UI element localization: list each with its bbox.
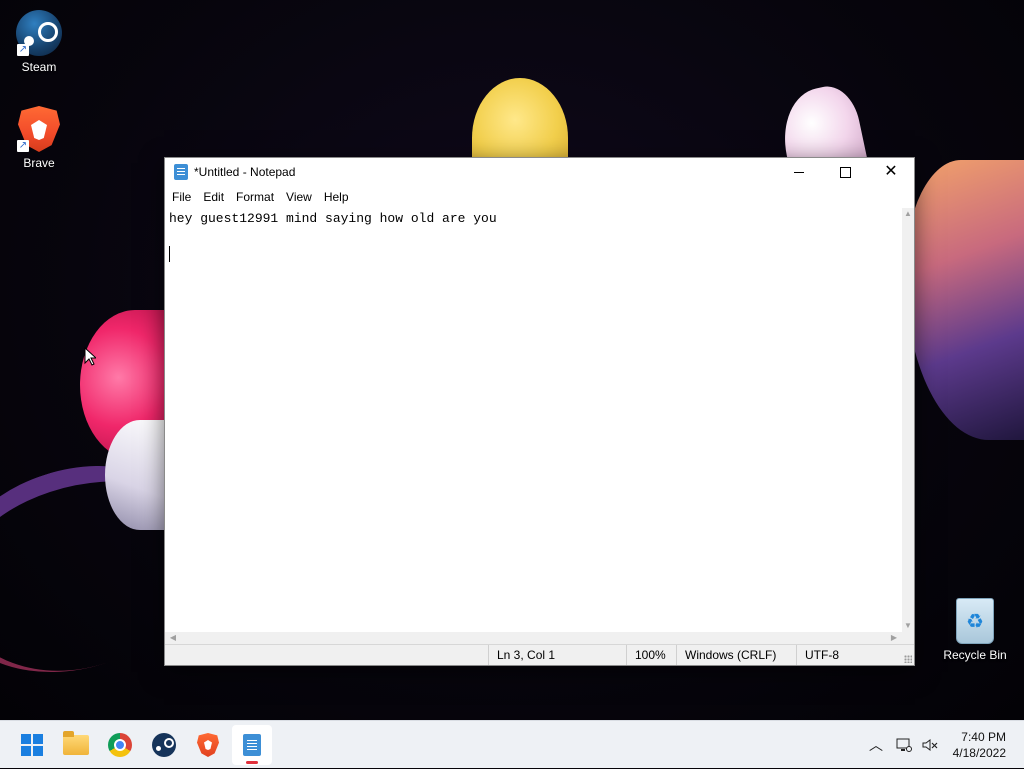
- network-status[interactable]: [892, 721, 916, 769]
- volume-muted-icon: [922, 739, 938, 751]
- chevron-up-icon: ︿: [869, 737, 883, 753]
- desktop-icon-label: Steam: [21, 60, 57, 74]
- taskbar-steam[interactable]: [144, 725, 184, 765]
- window-controls: ✕: [776, 158, 914, 186]
- menu-format[interactable]: Format: [230, 186, 280, 208]
- recycle-bin-icon: [951, 598, 999, 646]
- scroll-up-icon[interactable]: ▲: [902, 208, 914, 220]
- resize-grip-icon[interactable]: [904, 655, 912, 663]
- scroll-right-icon[interactable]: ▶: [888, 632, 900, 644]
- mouse-cursor-icon: [84, 347, 96, 366]
- start-icon: [21, 734, 43, 756]
- horizontal-scrollbar[interactable]: ◀ ▶: [165, 632, 902, 644]
- desktop-icon-label: Brave: [23, 156, 55, 170]
- shortcut-arrow-icon: ↗: [17, 140, 29, 152]
- maximize-button[interactable]: [822, 158, 868, 186]
- status-bar: Ln 3, Col 1 100% Windows (CRLF) UTF-8: [165, 644, 914, 665]
- clock-time: 7:40 PM: [961, 730, 1006, 744]
- clock-date: 4/18/2022: [952, 746, 1006, 760]
- taskbar-chrome[interactable]: [100, 725, 140, 765]
- minimize-button[interactable]: [776, 158, 822, 186]
- active-app-indicator: [246, 761, 258, 764]
- window-title: *Untitled - Notepad: [194, 165, 296, 179]
- scroll-down-icon[interactable]: ▼: [902, 620, 914, 632]
- text-caret: [169, 246, 170, 262]
- scroll-left-icon[interactable]: ◀: [167, 632, 179, 644]
- steam-icon: [152, 733, 176, 757]
- show-hidden-icons-button[interactable]: ︿: [864, 721, 888, 769]
- status-line-ending: Windows (CRLF): [676, 645, 796, 665]
- taskbar-file-explorer[interactable]: [56, 725, 96, 765]
- editor-text: hey guest12991 mind saying how old are y…: [169, 211, 497, 226]
- menu-help[interactable]: Help: [318, 186, 355, 208]
- volume-status[interactable]: [918, 721, 942, 769]
- status-encoding: UTF-8: [796, 645, 900, 665]
- text-editor[interactable]: hey guest12991 mind saying how old are y…: [165, 208, 902, 632]
- taskbar-notepad[interactable]: [232, 725, 272, 765]
- vertical-scrollbar[interactable]: ▲ ▼: [902, 208, 914, 632]
- taskbar: ︿ 7:40 PM 4/18/2022: [0, 720, 1024, 768]
- close-icon: ✕: [884, 163, 898, 180]
- minimize-icon: [794, 171, 804, 173]
- status-zoom: 100%: [626, 645, 676, 665]
- system-clock[interactable]: 7:40 PM 4/18/2022: [953, 729, 1006, 761]
- desktop-icon-steam[interactable]: ↗ Steam: [1, 10, 77, 74]
- menu-edit[interactable]: Edit: [197, 186, 230, 208]
- start-button[interactable]: [12, 725, 52, 765]
- menu-view[interactable]: View: [280, 186, 318, 208]
- taskbar-brave[interactable]: [188, 725, 228, 765]
- file-explorer-icon: [63, 731, 89, 755]
- brave-icon: ↗: [15, 106, 63, 154]
- notepad-icon: [243, 734, 261, 756]
- notepad-icon[interactable]: [174, 164, 188, 180]
- wallpaper-shape-orange: [905, 160, 1024, 440]
- steam-icon: ↗: [15, 10, 63, 58]
- shortcut-arrow-icon: ↗: [17, 44, 29, 56]
- chrome-icon: [108, 733, 132, 757]
- status-cursor-position: Ln 3, Col 1: [488, 645, 626, 665]
- maximize-icon: [839, 166, 851, 178]
- desktop-icon-recycle-bin[interactable]: Recycle Bin: [937, 598, 1013, 662]
- desktop-icon-brave[interactable]: ↗ Brave: [1, 106, 77, 170]
- menu-file[interactable]: File: [166, 186, 197, 208]
- brave-icon: [197, 733, 219, 757]
- close-button[interactable]: ✕: [868, 158, 914, 186]
- title-bar[interactable]: *Untitled - Notepad ✕: [165, 158, 914, 186]
- network-icon: [896, 738, 912, 752]
- scrollbar-corner: [902, 632, 914, 644]
- notepad-window[interactable]: *Untitled - Notepad ✕ File Edit Format V…: [164, 157, 915, 666]
- desktop-icon-label: Recycle Bin: [943, 648, 1007, 662]
- menu-bar: File Edit Format View Help: [165, 186, 914, 208]
- editor-area: hey guest12991 mind saying how old are y…: [165, 208, 914, 644]
